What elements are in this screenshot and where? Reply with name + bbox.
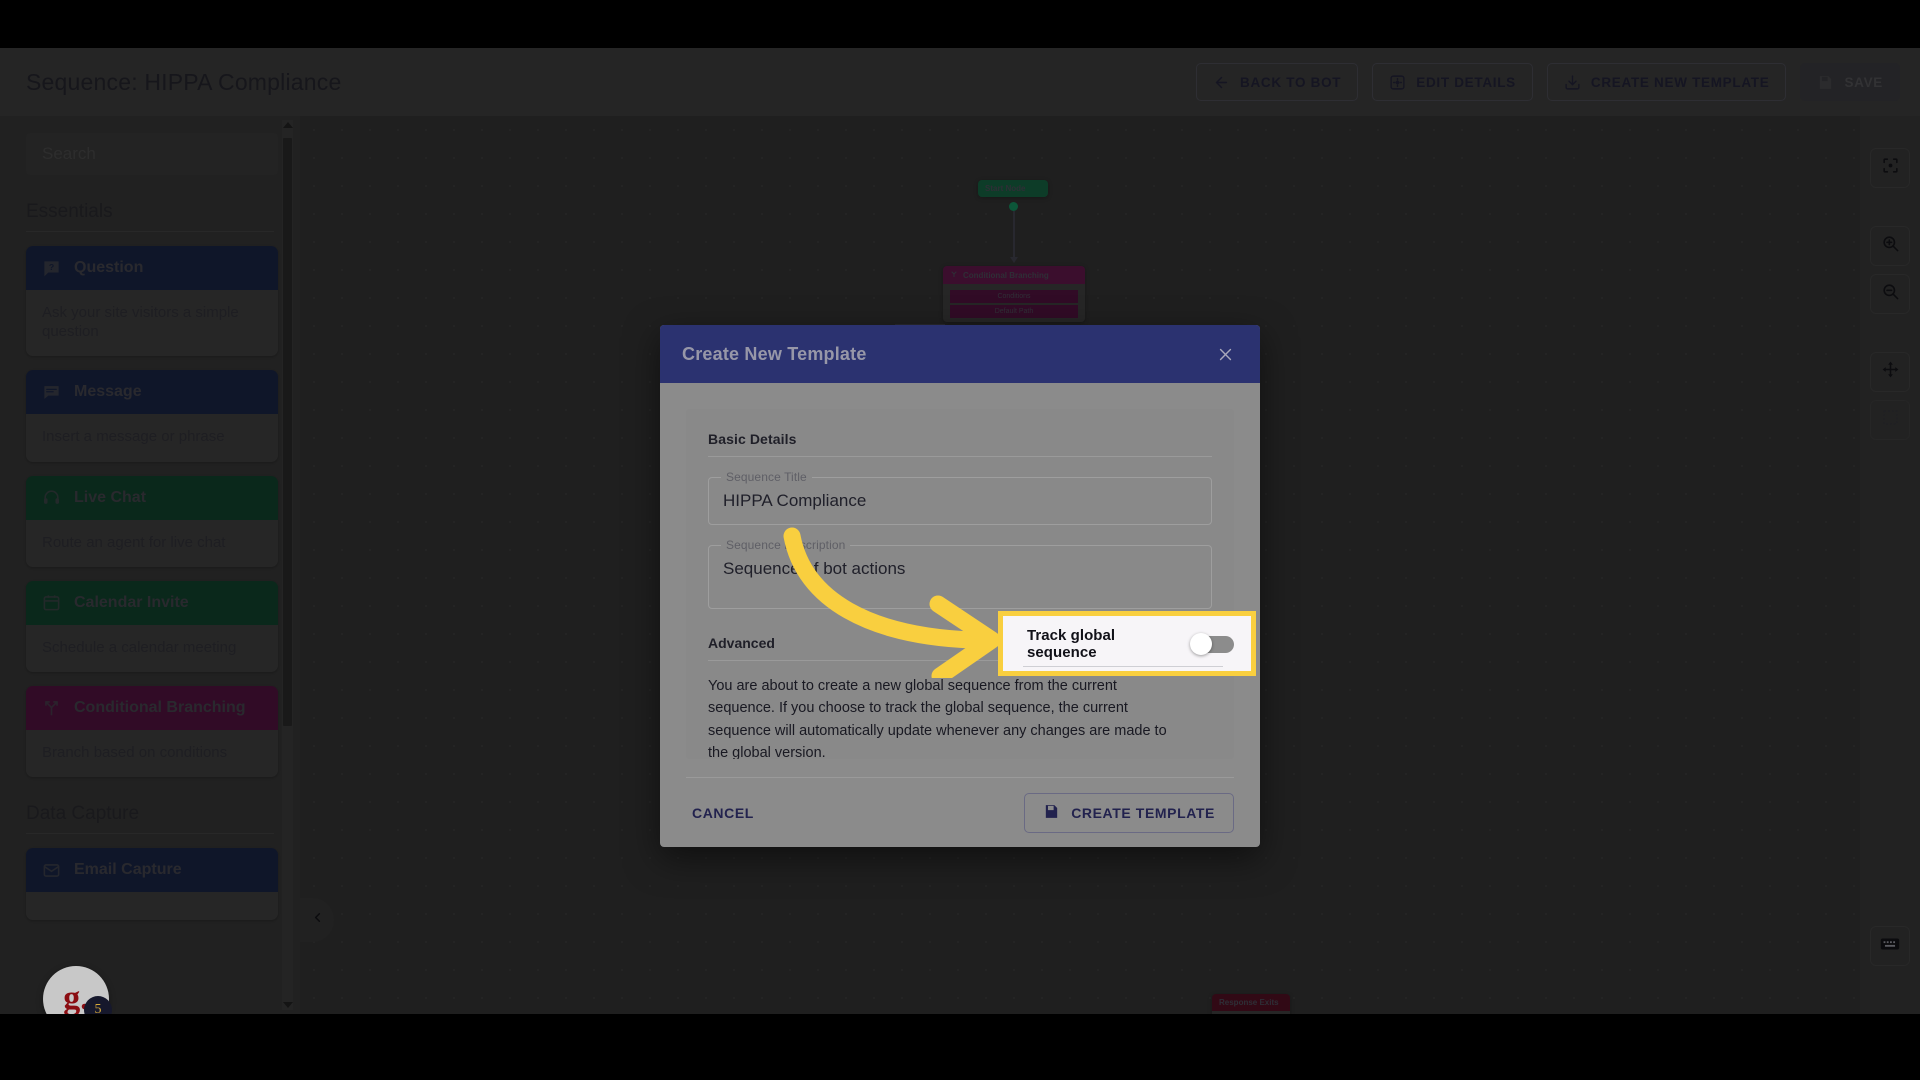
track-global-sequence-toggle[interactable]: [1190, 632, 1235, 655]
track-global-sequence-label: Track global sequence: [1027, 626, 1116, 661]
modal-footer: CANCEL CREATE TEMPLATE: [686, 777, 1234, 847]
form-card: Basic Details Sequence Title HIPPA Compl…: [686, 409, 1234, 759]
close-icon[interactable]: [1212, 341, 1238, 367]
modal-title: Create New Template: [682, 343, 867, 364]
modal-body: Basic Details Sequence Title HIPPA Compl…: [660, 383, 1260, 759]
basic-details-heading: Basic Details: [708, 431, 1212, 457]
create-template-submit-button[interactable]: CREATE TEMPLATE: [1024, 792, 1234, 833]
advanced-description: You are about to create a new global seq…: [708, 678, 1167, 759]
toggle-underline: [1023, 666, 1223, 667]
toggle-knob: [1190, 632, 1213, 655]
sequence-title-field[interactable]: Sequence Title HIPPA Compliance: [708, 470, 1212, 525]
modal-header: Create New Template: [660, 325, 1260, 383]
application-viewport: Sequence: HIPPA Compliance BACK TO BOT E…: [0, 48, 1920, 1014]
cancel-button[interactable]: CANCEL: [686, 796, 760, 830]
sequence-description-value: Sequence of bot actions: [723, 559, 906, 578]
screen-root: Sequence: HIPPA Compliance BACK TO BOT E…: [0, 0, 1920, 1080]
save-icon: [1043, 803, 1060, 823]
sequence-description-field[interactable]: Sequence Description Sequence of bot act…: [708, 538, 1212, 609]
sequence-title-value: HIPPA Compliance: [723, 491, 867, 510]
sequence-title-label: Sequence Title: [721, 470, 812, 484]
create-template-modal: Create New Template Basic Details Sequen…: [660, 325, 1260, 847]
sequence-description-label: Sequence Description: [721, 538, 851, 552]
create-template-label: CREATE TEMPLATE: [1071, 804, 1215, 821]
